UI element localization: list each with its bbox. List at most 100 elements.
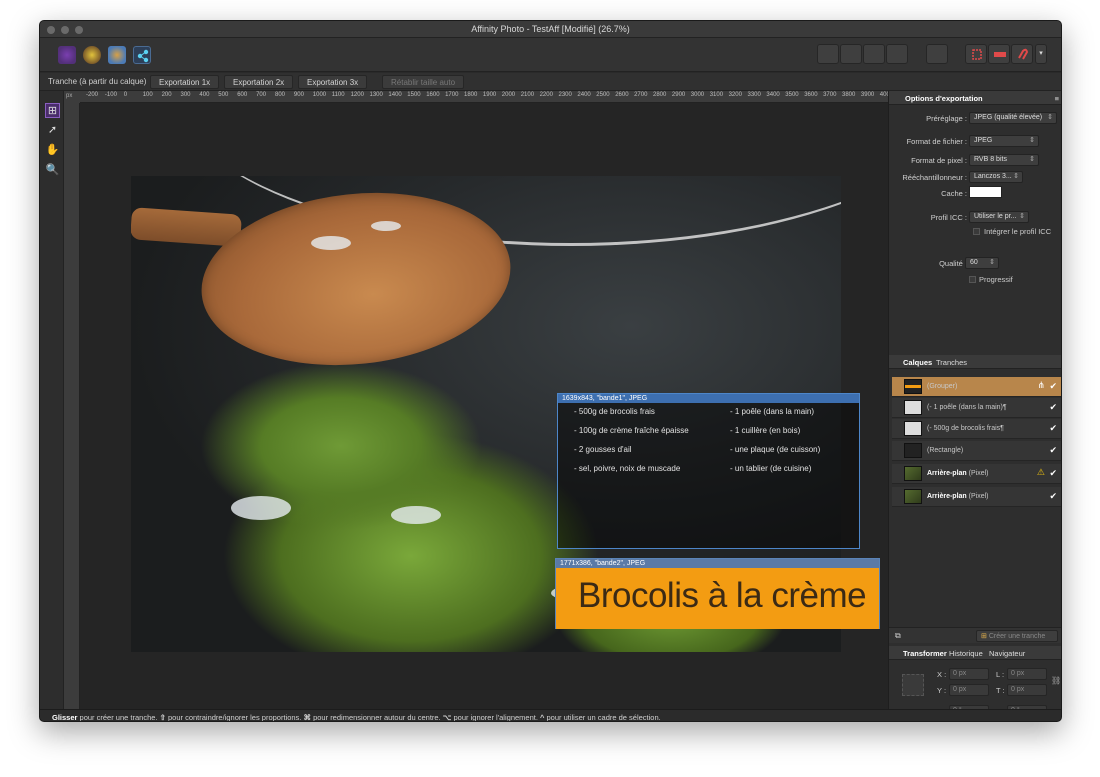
quality-select[interactable]: 60 — [965, 257, 999, 269]
height-field[interactable]: 0 px — [1007, 684, 1047, 696]
ruler-tick-label: 3000 — [690, 92, 705, 98]
export-3x-button[interactable]: Exportation 3x — [298, 75, 368, 89]
document-canvas[interactable]: 1639x843, "bande1", JPEG - 500g de broco… — [80, 103, 888, 709]
ruler-tick-label: 2500 — [596, 92, 610, 98]
recipe-title: Brocolis à la crème — [578, 576, 867, 615]
layer-row[interactable]: Arrière-plan (Pixel) ⚠ ✔ — [892, 464, 1061, 484]
tab-navigator[interactable]: Navigateur — [989, 649, 1025, 658]
pixel-format-select[interactable]: RVB 8 bits — [969, 154, 1039, 166]
title-band: Brocolis à la crème — [556, 568, 879, 629]
tab-layers[interactable]: Calques — [903, 358, 932, 367]
ruler-tick-label: 900 — [293, 92, 304, 98]
hand-tool-icon[interactable]: ✋ — [45, 143, 60, 158]
x-field[interactable]: 0 px — [949, 668, 989, 680]
tab-slices[interactable]: Tranches — [936, 358, 967, 367]
snapping-options-icon[interactable] — [988, 44, 1010, 64]
resampler-select[interactable]: Lanczos 3... — [969, 171, 1023, 183]
layer-row[interactable]: (- 500g de brocolis frais¶ ✔ — [892, 419, 1061, 439]
link-icon[interactable]: ⛓ — [1051, 676, 1061, 685]
arrange-icon[interactable] — [926, 44, 948, 64]
ruler-tick-label: 4000 — [879, 92, 888, 98]
context-label: Tranche (à partir du calque) — [48, 77, 147, 86]
ruler-tick-label: 2900 — [671, 92, 686, 98]
photo-persona-icon[interactable] — [58, 46, 76, 64]
slice-bande2[interactable]: 1771x386, "bande2", JPEG Brocolis à la c… — [555, 558, 880, 629]
progressive-checkbox[interactable] — [969, 276, 976, 283]
tab-history[interactable]: Historique — [949, 649, 983, 658]
align-left-icon[interactable] — [817, 44, 839, 64]
preset-select[interactable]: JPEG (qualité élevée) — [969, 112, 1057, 124]
export-2x-button[interactable]: Exportation 2x — [224, 75, 294, 89]
tab-export-options[interactable]: Options d'exportation — [905, 94, 983, 103]
cream-dot — [231, 496, 291, 520]
y-label: Y : — [937, 686, 947, 695]
ingredient-item: - 100g de crème fraîche épaisse — [574, 426, 689, 435]
layer-name: Arrière-plan — [927, 470, 967, 477]
layer-row[interactable]: (Grouper) ⋔ ✔ — [892, 377, 1061, 397]
ruler-tick-label: 1300 — [369, 92, 383, 98]
window-title: Affinity Photo - TestAff [Modifié] (26.7… — [471, 24, 630, 34]
embed-icc-label: Intégrer le profil ICC — [984, 227, 1052, 236]
create-slice-button[interactable]: ⊞ Créer une tranche — [976, 630, 1058, 642]
layer-row[interactable]: (- 1 poêle (dans la main)¶ ✔ — [892, 398, 1061, 418]
title-bar: Affinity Photo - TestAff [Modifié] (26.7… — [40, 21, 1061, 38]
layers-stack-icon[interactable]: ⧉ — [895, 631, 901, 641]
slice-selection-tool-icon[interactable]: ➚ — [45, 123, 60, 138]
magnet-icon[interactable] — [1011, 44, 1033, 64]
visibility-check-icon[interactable]: ✔ — [1049, 445, 1057, 456]
ruler-tick-label: 1900 — [482, 92, 497, 98]
slice-icon: ⊞ — [981, 633, 987, 640]
layer-row[interactable]: Arrière-plan (Pixel) ✔ — [892, 487, 1061, 507]
icc-profile-select[interactable]: Utiliser le pr... — [969, 211, 1029, 223]
slice2-label: 1771x386, "bande2", JPEG — [556, 559, 879, 568]
embed-icc-checkbox[interactable] — [973, 228, 980, 235]
app-window: Affinity Photo - TestAff [Modifié] (26.7… — [39, 20, 1062, 722]
y-field[interactable]: 0 px — [949, 684, 989, 696]
slice-bande1[interactable]: 1639x843, "bande1", JPEG - 500g de broco… — [557, 393, 860, 549]
visibility-check-icon[interactable]: ✔ — [1049, 381, 1057, 392]
layer-name-row: Arrière-plan (Pixel) — [927, 493, 988, 500]
ruler-tick-label: 3300 — [747, 92, 761, 98]
width-label: L : — [996, 670, 1005, 679]
align-center-icon[interactable] — [840, 44, 862, 64]
visibility-check-icon[interactable]: ✔ — [1049, 423, 1057, 434]
export-1x-button[interactable]: Exportation 1x — [150, 75, 220, 89]
align-top-icon[interactable] — [886, 44, 908, 64]
file-format-select[interactable]: JPEG — [969, 135, 1039, 147]
warning-icon[interactable]: ⚠ — [1037, 467, 1045, 478]
reset-auto-size-button[interactable]: Rétablir taille auto — [382, 75, 465, 89]
status-text: pour contraindre/ignorer les proportions… — [167, 713, 302, 722]
layer-name: (- 500g de brocolis frais¶ — [927, 425, 1004, 432]
ruler-tick-label: 2100 — [520, 92, 535, 98]
zoom-tool-icon[interactable]: 🔍 — [45, 163, 60, 178]
align-right-icon[interactable] — [863, 44, 885, 64]
export-persona-icon[interactable] — [133, 46, 151, 64]
layer-kind: (Pixel) — [968, 470, 989, 477]
cream-dot — [371, 221, 401, 231]
layer-row[interactable]: (Rectangle) ✔ — [892, 441, 1061, 461]
transform-panel-tabs: Transformer Historique Navigateur — [889, 646, 1061, 660]
grid-icon[interactable] — [965, 44, 987, 64]
liquify-persona-icon[interactable] — [83, 46, 101, 64]
share-icon[interactable]: ⋔ — [1037, 380, 1045, 391]
develop-persona-icon[interactable] — [108, 46, 126, 64]
tab-transform[interactable]: Transformer — [903, 649, 947, 658]
layer-thumbnail — [904, 400, 922, 415]
status-text: pour utiliser un cadre de sélection. — [546, 713, 661, 722]
visibility-check-icon[interactable]: ✔ — [1049, 402, 1057, 413]
slice-tool-icon[interactable]: ⊞ — [45, 103, 60, 118]
create-slice-label: Créer une tranche — [988, 633, 1046, 640]
main-toolbar: ▾ — [40, 38, 1061, 72]
panel-menu-icon[interactable]: ≡ — [1055, 94, 1059, 103]
snapping-dropdown-icon[interactable]: ▾ — [1035, 44, 1047, 64]
utensil-item: - une plaque (de cuisson) — [730, 445, 821, 454]
ruler-tick-label: 2700 — [634, 92, 648, 98]
visibility-check-icon[interactable]: ✔ — [1049, 468, 1057, 479]
visibility-check-icon[interactable]: ✔ — [1049, 491, 1057, 502]
anchor-point-selector[interactable] — [902, 674, 924, 696]
matte-color-swatch[interactable] — [969, 186, 1002, 198]
width-field[interactable]: 0 px — [1007, 668, 1047, 680]
ruler-tick-label: 3900 — [860, 92, 875, 98]
export-options-tabs: Options d'exportation ≡ — [889, 91, 1061, 105]
shift-key-icon: ⇧ — [159, 713, 166, 722]
